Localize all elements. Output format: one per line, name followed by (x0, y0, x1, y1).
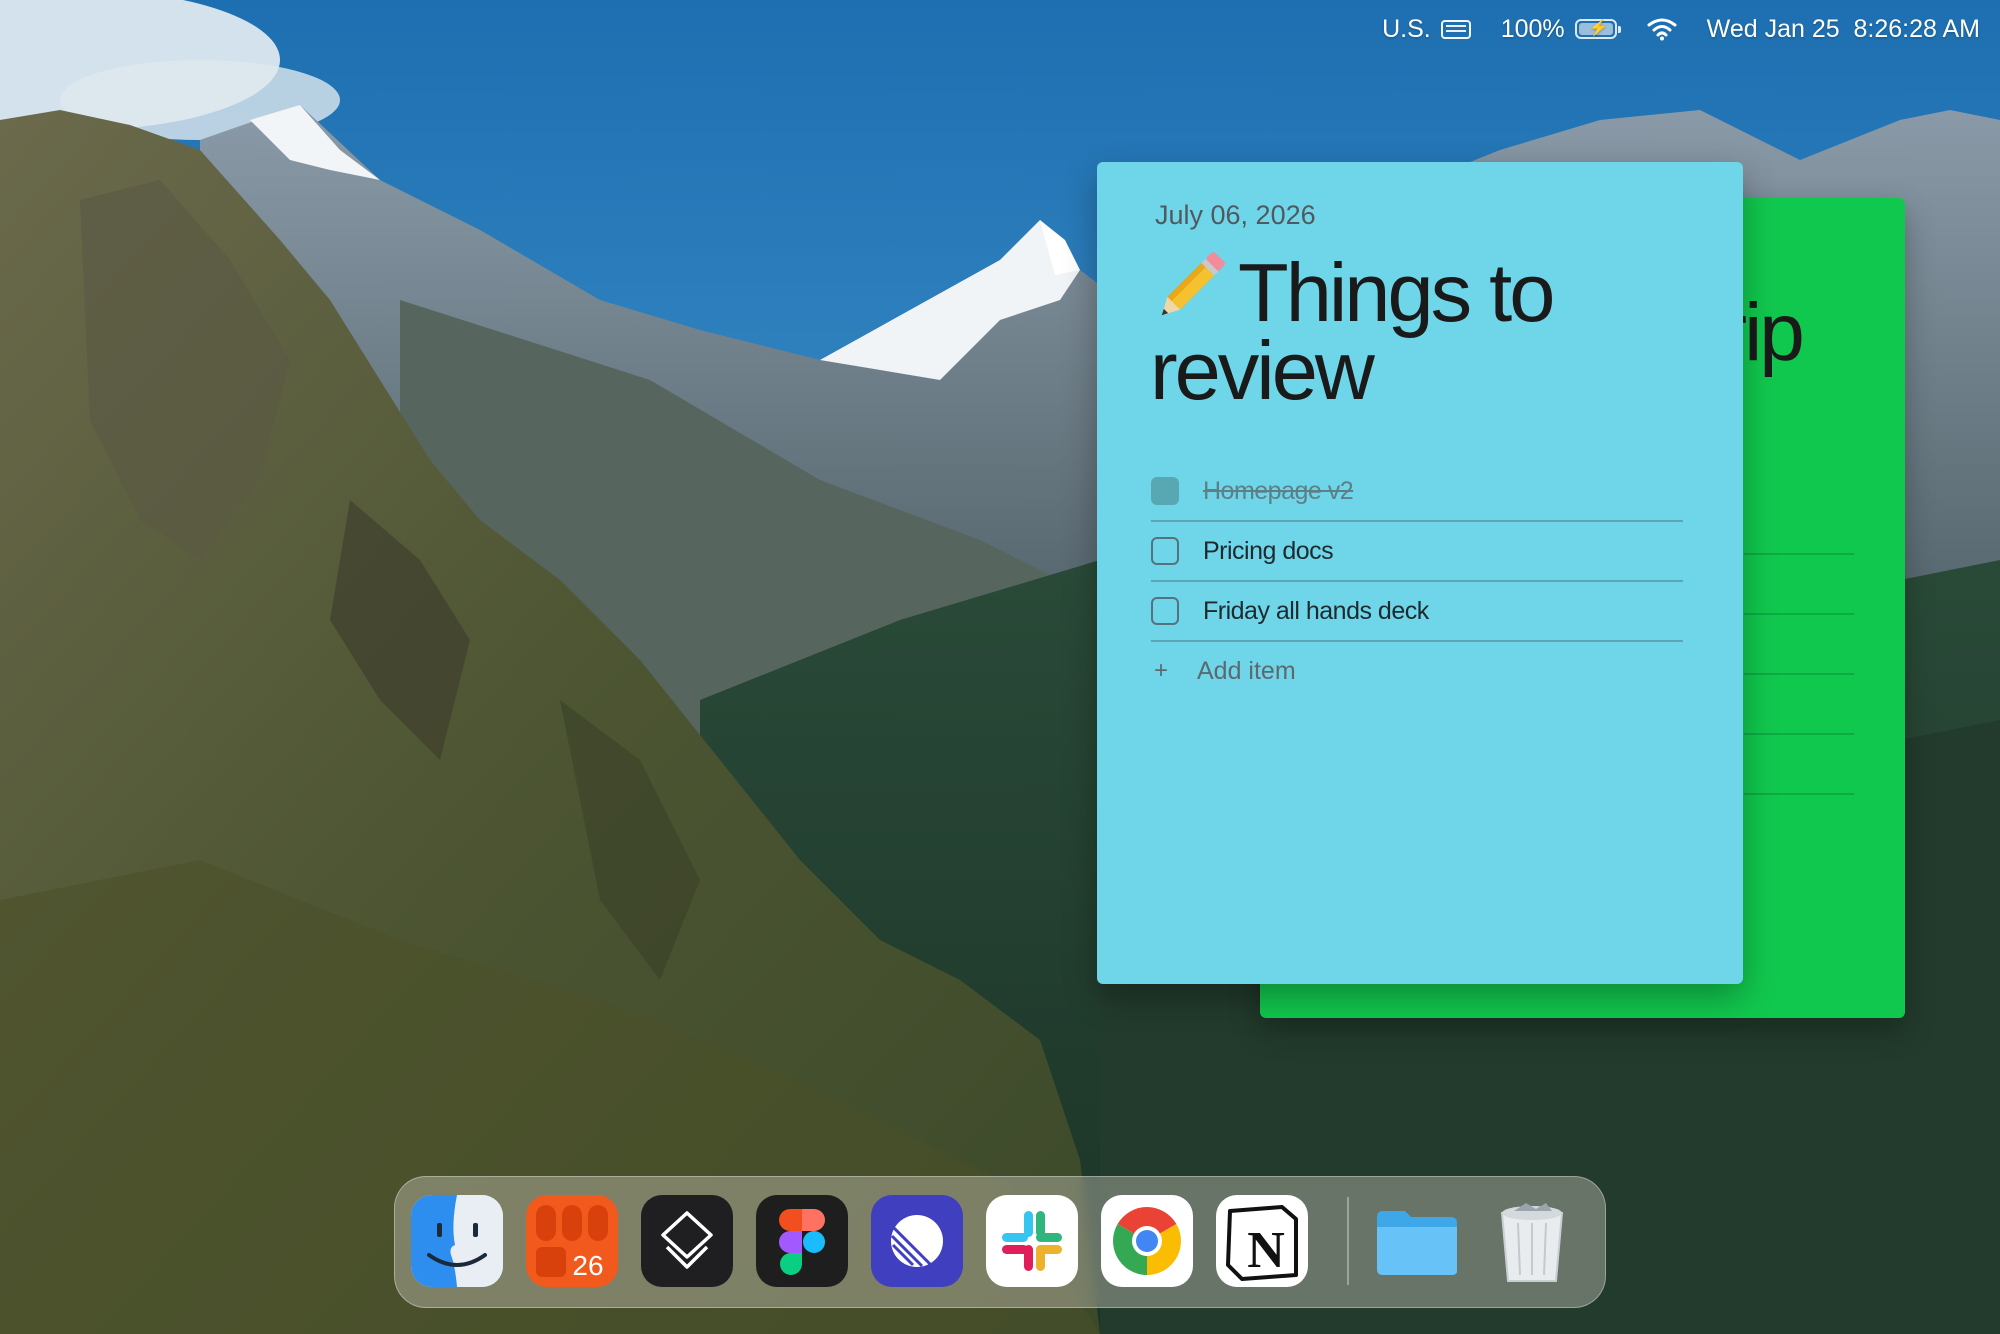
todo-item[interactable]: Homepage v2 (1151, 462, 1683, 522)
sticky-note-blue[interactable]: July 06, 2026 Things to review Homepage … (1097, 162, 1743, 984)
todo-item[interactable]: Pricing docs (1151, 522, 1683, 582)
notion-icon[interactable]: N (1216, 1195, 1308, 1287)
plus-icon: + (1153, 657, 1168, 684)
todo-label[interactable]: Pricing docs (1203, 537, 1334, 566)
notion-letter: N (1247, 1222, 1285, 1279)
slack-icon[interactable] (986, 1195, 1078, 1287)
dock-separator (1347, 1197, 1349, 1285)
craft-icon[interactable] (641, 1195, 733, 1287)
pencil-icon (1161, 252, 1225, 316)
todo-list: Homepage v2 Pricing docs Friday all hand… (1151, 462, 1683, 700)
battery-percent: 100% (1500, 14, 1565, 43)
fantastical-icon[interactable]: 26 (526, 1195, 618, 1287)
note-date: July 06, 2026 (1155, 200, 1316, 230)
todo-label[interactable]: Homepage v2 (1203, 477, 1354, 506)
menu-bar: U.S. 100% ⚡ Wed Jan 25 8:26:28 AM (1382, 0, 2000, 58)
checkbox[interactable] (1151, 597, 1179, 625)
note-line (1744, 553, 1854, 555)
fantastical-badge: 26 (572, 1250, 603, 1281)
battery-icon: ⚡ (1574, 19, 1621, 39)
charging-bolt-icon: ⚡ (1588, 20, 1609, 37)
todo-label[interactable]: Friday all hands deck (1203, 597, 1429, 626)
note-line (1744, 673, 1854, 675)
add-item-button[interactable]: + Add item (1151, 642, 1683, 700)
wifi-menu[interactable] (1647, 17, 1677, 41)
note-line (1744, 733, 1854, 735)
checkbox[interactable] (1151, 537, 1179, 565)
linear-icon[interactable] (871, 1195, 963, 1287)
note-title[interactable]: Things to review (1150, 247, 1710, 412)
todo-item[interactable]: Friday all hands deck (1151, 582, 1683, 642)
note-line (1744, 793, 1854, 795)
trash-icon[interactable] (1486, 1195, 1578, 1287)
input-source-menu[interactable]: U.S. (1382, 15, 1471, 44)
keyboard-icon (1440, 19, 1471, 39)
note-line (1744, 613, 1854, 615)
folder-icon[interactable] (1371, 1195, 1463, 1287)
finder-icon[interactable] (411, 1195, 503, 1287)
dock: 26 N (394, 1176, 1606, 1308)
wifi-icon (1647, 18, 1677, 41)
add-item-label: Add item (1197, 656, 1296, 685)
clock[interactable]: Wed Jan 25 8:26:28 AM (1707, 15, 1980, 44)
clock-datetime: Wed Jan 25 8:26:28 AM (1706, 14, 1980, 43)
battery-menu[interactable]: 100% ⚡ (1500, 14, 1621, 44)
input-source-label: U.S. (1382, 14, 1431, 43)
figma-icon[interactable] (756, 1195, 848, 1287)
chrome-icon[interactable] (1101, 1195, 1193, 1287)
checkbox-checked[interactable] (1151, 477, 1179, 505)
